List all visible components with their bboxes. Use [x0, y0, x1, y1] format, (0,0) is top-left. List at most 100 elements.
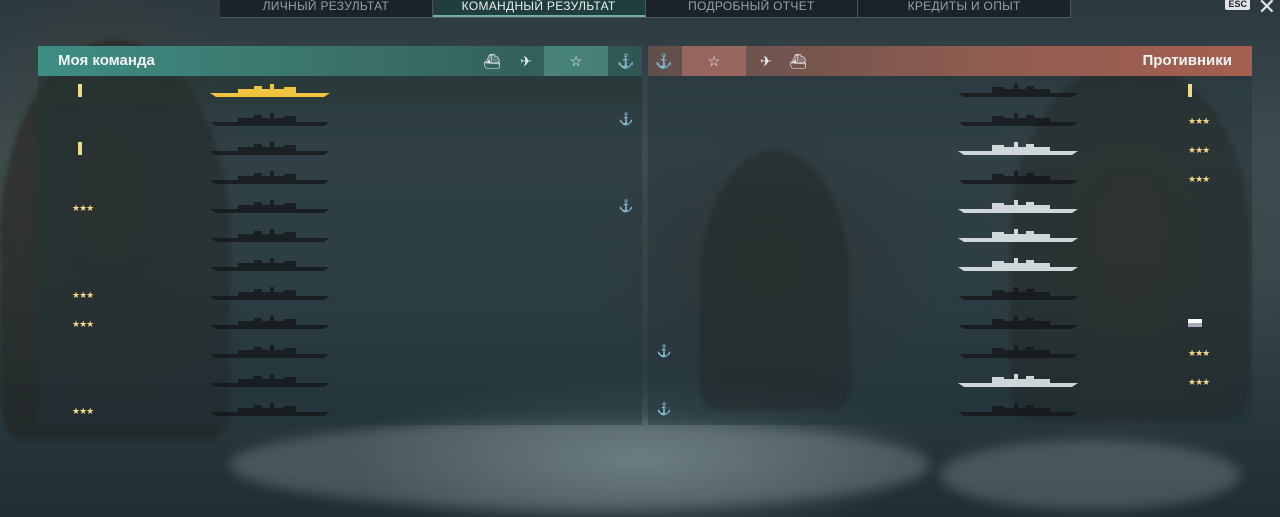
table-row[interactable]: ★★★: [648, 163, 1252, 192]
ship-silhouette-icon: [958, 345, 1078, 358]
player-rank: ★★★: [1188, 134, 1212, 165]
captured-base-icon: ⚓: [618, 199, 634, 213]
close-icon[interactable]: ✕: [1258, 0, 1276, 18]
my-team-header: Моя команда ⛴ ✈ ☆ ⚓: [38, 46, 642, 76]
results-tabs: ЛИЧНЫЙ РЕЗУЛЬТАТ КОМАНДНЫЙ РЕЗУЛЬТАТ ПОД…: [220, 0, 1071, 18]
my-team-title: Моя команда: [58, 52, 155, 69]
captured-base-icon: ⚓: [656, 344, 672, 358]
tab-credits-and-xp[interactable]: КРЕДИТЫ И ОПЫТ: [858, 0, 1071, 17]
ship-silhouette-icon: [210, 200, 330, 213]
tab-team-result[interactable]: КОМАНДНЫЙ РЕЗУЛЬТАТ: [432, 0, 646, 17]
enemy-team-title: Противники: [1142, 52, 1232, 69]
ship-silhouette-icon: [958, 171, 1078, 184]
rank-stars-icon: ★★★: [1188, 174, 1210, 184]
ship-silhouette-icon: [958, 200, 1078, 213]
table-row[interactable]: [648, 192, 1252, 221]
ship-silhouette-icon: [958, 113, 1078, 126]
table-row[interactable]: ★★★: [38, 279, 642, 308]
rank-stars-icon: ★★★: [72, 406, 94, 416]
table-row[interactable]: ⚓ ★★★: [648, 337, 1252, 366]
player-rank: ★★★: [72, 395, 96, 426]
rank-flag-icon: [1188, 319, 1202, 327]
planes-destroyed-icon[interactable]: ✈: [750, 46, 782, 76]
player-rank: [78, 76, 88, 107]
ship-silhouette-icon: [958, 287, 1078, 300]
table-row[interactable]: ★★★: [648, 134, 1252, 163]
table-row[interactable]: ⚓: [648, 395, 1252, 424]
rank-stars-icon: ★★★: [1188, 377, 1210, 387]
ship-silhouette-icon: [958, 142, 1078, 155]
table-row[interactable]: ★★★: [648, 105, 1252, 134]
esc-key-badge: ESC: [1225, 0, 1250, 10]
rank-stars-icon: ★★★: [72, 319, 94, 329]
table-row[interactable]: [648, 279, 1252, 308]
player-rank: ★★★: [72, 279, 96, 310]
captured-base-icon: ⚓: [618, 112, 634, 126]
background-wave-foam: [230, 420, 930, 510]
table-row[interactable]: ★★★: [648, 366, 1252, 395]
rank-stars-icon: ★★★: [72, 203, 94, 213]
ship-silhouette-icon: [958, 258, 1078, 271]
tab-personal-result[interactable]: ЛИЧНЫЙ РЕЗУЛЬТАТ: [220, 0, 433, 17]
ship-silhouette-icon: [958, 316, 1078, 329]
ship-silhouette-icon: [210, 171, 330, 184]
table-row[interactable]: [38, 163, 642, 192]
rank-stars-icon: ★★★: [1188, 116, 1210, 126]
ship-silhouette-icon: [210, 345, 330, 358]
ship-silhouette-icon: [210, 84, 330, 97]
captured-base-icon[interactable]: ⚓: [610, 46, 642, 76]
ship-silhouette-icon: [210, 142, 330, 155]
table-row[interactable]: [648, 221, 1252, 250]
ship-silhouette-icon: [210, 403, 330, 416]
ship-silhouette-icon: [210, 287, 330, 300]
ship-silhouette-icon: [210, 113, 330, 126]
table-row[interactable]: [648, 250, 1252, 279]
ship-silhouette-icon: [210, 374, 330, 387]
player-rank: ★★★: [1188, 163, 1212, 194]
table-row[interactable]: [38, 366, 642, 395]
rank-stars-icon: ★★★: [72, 290, 94, 300]
ship-silhouette-icon: [958, 229, 1078, 242]
table-row[interactable]: [38, 134, 642, 163]
player-rank: ★★★: [1188, 337, 1212, 368]
player-rank: ★★★: [1188, 366, 1212, 397]
table-row[interactable]: ⚓: [38, 105, 642, 134]
table-row[interactable]: [38, 76, 642, 105]
table-row[interactable]: [38, 221, 642, 250]
planes-destroyed-icon[interactable]: ✈: [510, 46, 542, 76]
enemy-team-panel: ⚓ ☆ ✈ ⛴ Противники ★★★ ★★★ ★★★ ⚓ ★★★ ★★★ ⚓: [648, 46, 1252, 425]
background-wave-foam: [940, 440, 1240, 510]
player-rank: [1188, 308, 1205, 339]
ships-destroyed-icon[interactable]: ⛴: [782, 46, 814, 76]
my-team-panel: Моя команда ⛴ ✈ ☆ ⚓ ⚓ ★★★ ⚓ ★★★ ★★★ ★★★: [38, 46, 642, 425]
tab-detailed-report[interactable]: ПОДРОБНЫЙ ОТЧЕТ: [646, 0, 859, 17]
table-row[interactable]: [648, 308, 1252, 337]
player-rank: ★★★: [72, 192, 96, 223]
table-row[interactable]: [38, 337, 642, 366]
experience-star-icon[interactable]: ☆: [544, 46, 608, 76]
player-rank: [78, 134, 88, 165]
captured-base-icon[interactable]: ⚓: [648, 46, 680, 76]
player-rank: [1188, 76, 1198, 107]
table-row[interactable]: ★★★: [38, 395, 642, 424]
ship-silhouette-icon: [958, 374, 1078, 387]
rank-bar-icon: [1188, 84, 1192, 97]
ship-silhouette-icon: [210, 316, 330, 329]
player-rank: ★★★: [1188, 105, 1212, 136]
table-row[interactable]: ★★★: [38, 308, 642, 337]
table-row[interactable]: ★★★ ⚓: [38, 192, 642, 221]
rank-stars-icon: ★★★: [1188, 145, 1210, 155]
rank-bar-icon: [78, 84, 82, 97]
enemy-team-header: ⚓ ☆ ✈ ⛴ Противники: [648, 46, 1252, 76]
table-row[interactable]: [648, 76, 1252, 105]
ship-silhouette-icon: [210, 229, 330, 242]
captured-base-icon: ⚓: [656, 402, 672, 416]
experience-star-icon[interactable]: ☆: [682, 46, 746, 76]
rank-bar-icon: [78, 142, 82, 155]
table-row[interactable]: [38, 250, 642, 279]
player-rank: ★★★: [72, 308, 96, 339]
ship-silhouette-icon: [958, 403, 1078, 416]
rank-stars-icon: ★★★: [1188, 348, 1210, 358]
ship-silhouette-icon: [958, 84, 1078, 97]
ships-destroyed-icon[interactable]: ⛴: [476, 46, 508, 76]
